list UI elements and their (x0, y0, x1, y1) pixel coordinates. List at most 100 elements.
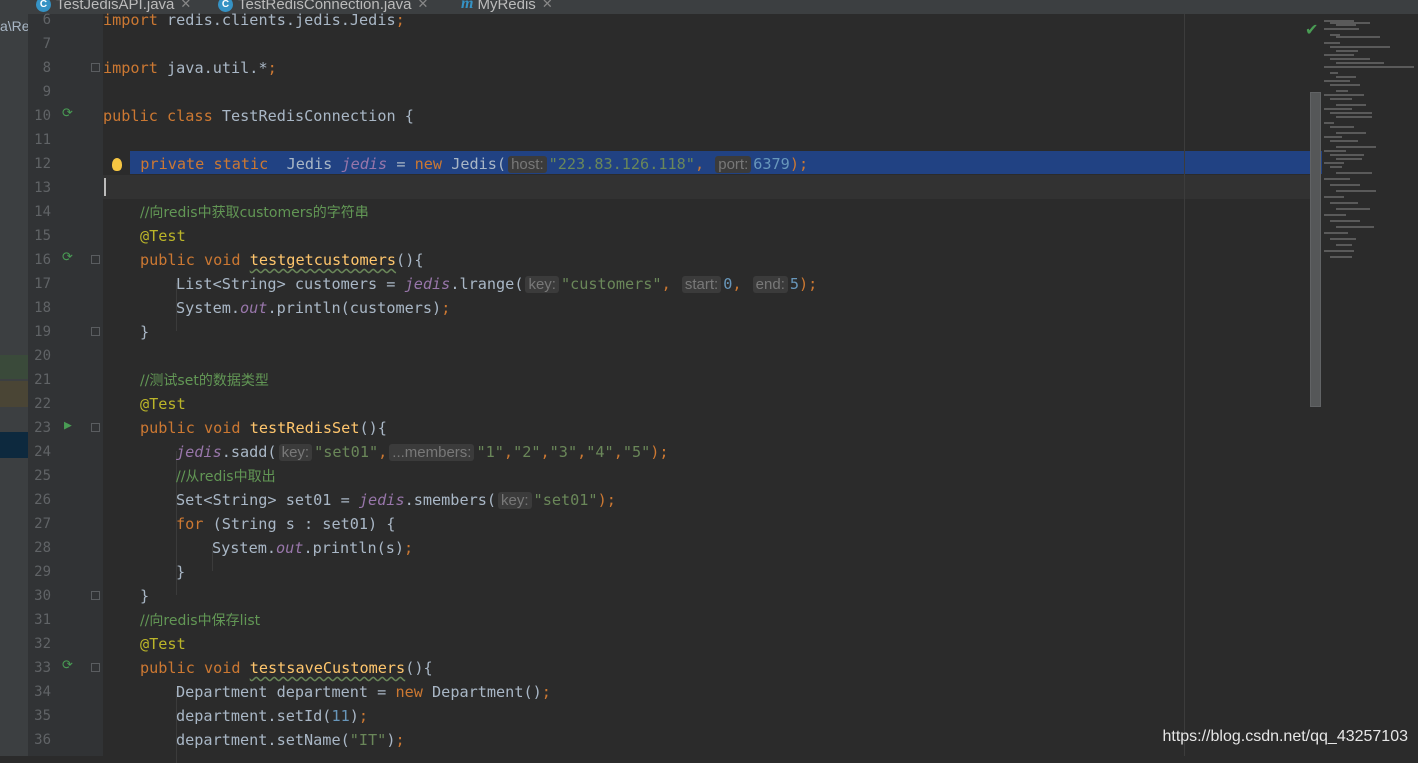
minimap-line (1324, 54, 1354, 56)
minimap-line (1324, 162, 1344, 164)
minimap-line (1336, 104, 1366, 106)
line-number: 9 (42, 84, 51, 100)
run-test-icon[interactable]: ⟳ (62, 250, 73, 265)
minimap-line (1330, 98, 1352, 100)
minimap-line (1336, 244, 1352, 246)
minimap-line (1336, 36, 1380, 38)
code-line-26: Set<String> set01 = jedis.smembers(key: "… (176, 491, 616, 509)
run-icon[interactable]: ▶ (64, 418, 72, 433)
minimap-line (1324, 42, 1340, 44)
fold-marker[interactable] (91, 255, 100, 264)
line-number: 11 (34, 132, 51, 148)
minimap-line (1324, 232, 1348, 234)
minimap-line (1330, 140, 1358, 142)
param-hint: start: (681, 276, 722, 293)
editor-gutter[interactable]: 6 7 8 9 10 11 12 13 14 15 16 17 18 19 20 21 22 23 24 25 26 27… (28, 12, 103, 756)
minimap-line (1336, 226, 1374, 228)
line-number: 10 (34, 108, 51, 124)
minimap-line (1330, 112, 1372, 114)
project-tree-item[interactable] (0, 381, 28, 407)
code-line-17: List<String> customers = jedis.lrange(ke… (176, 275, 818, 293)
minimap-line (1324, 108, 1352, 110)
minimap-line (1336, 158, 1362, 160)
minimap-line (1330, 84, 1360, 86)
minimap-line (1330, 58, 1370, 60)
minimap-line (1336, 132, 1366, 134)
tab-label: MyRedis (477, 0, 536, 13)
line-number: 24 (34, 444, 51, 460)
project-panel-strip[interactable]: a\Re (0, 0, 29, 756)
param-hint: port: (715, 156, 752, 173)
fold-marker[interactable] (91, 423, 100, 432)
minimap-line (1324, 66, 1414, 68)
line-number: 30 (34, 588, 51, 604)
param-hint: host: (508, 156, 547, 173)
line-number: 26 (34, 492, 51, 508)
code-line-8: import java.util.*; (103, 59, 277, 77)
fold-marker[interactable] (91, 591, 100, 600)
fold-marker[interactable] (91, 663, 100, 672)
minimap-line (1324, 150, 1346, 152)
line-number: 19 (34, 324, 51, 340)
project-tree-item[interactable] (0, 355, 28, 379)
line-number: 31 (34, 612, 51, 628)
line-number: 18 (34, 300, 51, 316)
code-line-10: public class TestRedisConnection { (103, 107, 414, 125)
minimap-line (1336, 76, 1356, 78)
line-number: 13 (34, 180, 51, 196)
line-number: 8 (42, 60, 51, 76)
minimap-line (1336, 208, 1370, 210)
line-number: 36 (34, 732, 51, 748)
code-minimap[interactable] (1322, 14, 1418, 756)
run-test-icon[interactable]: ⟳ (62, 106, 73, 121)
fold-marker[interactable] (91, 327, 100, 336)
minimap-line (1324, 80, 1350, 82)
line-number: 15 (34, 228, 51, 244)
code-line-36: department.setName("IT"); (176, 731, 405, 749)
code-line-18: System.out.println(customers); (176, 299, 451, 317)
line-number: 17 (34, 276, 51, 292)
code-line-6: import redis.clients.jedis.Jedis; (103, 11, 405, 29)
line-number: 12 (34, 156, 51, 172)
inspection-ok-icon[interactable]: ✔ (1305, 20, 1318, 39)
tab-myredis[interactable]: m MyRedis ✕ (461, 0, 553, 14)
code-line-12: private static Jedis jedis = new Jedis(h… (112, 152, 808, 176)
right-margin-guide (1184, 14, 1185, 756)
project-tree-item-selected[interactable] (0, 432, 28, 458)
minimap-line (1330, 220, 1360, 222)
line-number: 34 (34, 684, 51, 700)
minimap-line (1324, 250, 1354, 252)
close-icon[interactable]: ✕ (542, 0, 553, 12)
param-hint: ...members: (389, 444, 475, 461)
minimap-line (1330, 166, 1342, 168)
close-icon[interactable]: ✕ (417, 0, 428, 12)
code-line-32: @Test (140, 635, 186, 653)
minimap-line (1324, 214, 1346, 216)
fold-marker[interactable] (91, 63, 100, 72)
param-hint: key: (278, 444, 313, 461)
code-line-24: jedis.sadd(key: "set01", ...members: "1","2… (176, 443, 669, 461)
run-test-icon[interactable]: ⟳ (62, 658, 73, 673)
project-path-fragment: a\Re (0, 18, 28, 34)
code-line-21: //测试set的数据类型 (140, 373, 269, 389)
intention-bulb-icon[interactable] (112, 158, 122, 171)
param-hint: key: (525, 276, 559, 293)
code-line-27: for (String s : set01) { (176, 515, 396, 533)
line-number: 28 (34, 540, 51, 556)
minimap-line (1336, 172, 1372, 174)
code-line-15: @Test (140, 227, 186, 245)
vertical-scrollbar-thumb[interactable] (1310, 92, 1321, 407)
code-line-29: } (176, 563, 186, 581)
minimap-line (1330, 154, 1364, 156)
line-number: 35 (34, 708, 51, 724)
line-number: 23 (34, 420, 51, 436)
code-editor[interactable]: import redis.clients.jedis.Jedis; import… (103, 11, 1322, 763)
code-line-14: //向redis中获取customers的字符串 (140, 205, 369, 221)
minimap-line (1336, 24, 1356, 26)
line-number: 7 (42, 36, 51, 52)
minimap-line (1336, 146, 1376, 148)
minimap-line (1330, 72, 1338, 74)
line-number: 20 (34, 348, 51, 364)
minimap-line (1324, 196, 1344, 198)
minimap-line (1336, 90, 1348, 92)
